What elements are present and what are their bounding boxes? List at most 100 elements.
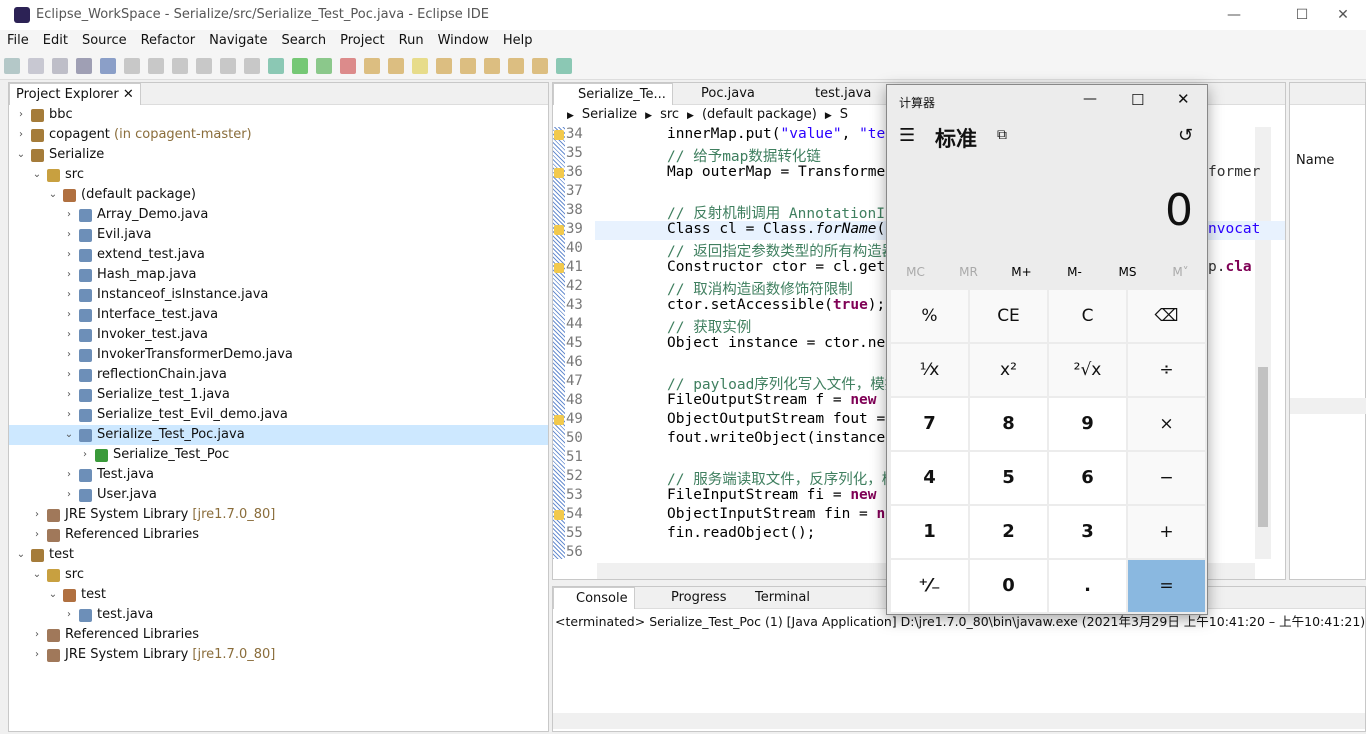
code-line-tail[interactable]: p.cla bbox=[1208, 259, 1252, 275]
calc-key[interactable]: 7 bbox=[891, 398, 968, 450]
tab-project-explorer[interactable]: Project Explorer ✕ bbox=[9, 83, 141, 105]
expand-arrow-icon[interactable]: › bbox=[15, 125, 27, 145]
calc-key[interactable]: 8 bbox=[970, 398, 1047, 450]
expand-arrow-icon[interactable]: › bbox=[63, 205, 75, 225]
toolbar-button-icon[interactable] bbox=[100, 58, 116, 74]
toolbar-button-icon[interactable] bbox=[220, 58, 236, 74]
expand-arrow-icon[interactable]: › bbox=[63, 465, 75, 485]
calc-key[interactable]: − bbox=[1128, 452, 1205, 504]
toolbar-button-icon[interactable] bbox=[244, 58, 260, 74]
menu-window[interactable]: Window bbox=[431, 30, 496, 48]
menu-refactor[interactable]: Refactor bbox=[134, 30, 203, 48]
tree-item[interactable]: › User.java bbox=[9, 485, 548, 505]
tree-item[interactable]: ⌄ test bbox=[9, 545, 548, 565]
tree-item[interactable]: › bbc bbox=[9, 105, 548, 125]
toolbar-button-icon[interactable] bbox=[148, 58, 164, 74]
calc-key[interactable]: C bbox=[1049, 290, 1126, 342]
expand-arrow-icon[interactable]: ⌄ bbox=[47, 185, 59, 205]
toolbar-button-icon[interactable] bbox=[292, 58, 308, 74]
memory-button[interactable]: M˅ bbox=[1154, 265, 1207, 279]
toolbar-button-icon[interactable] bbox=[316, 58, 332, 74]
toolbar-button-icon[interactable] bbox=[412, 58, 428, 74]
expand-arrow-icon[interactable]: › bbox=[31, 525, 43, 545]
editor-tab[interactable]: Serialize_Te... bbox=[553, 83, 673, 105]
calc-key[interactable]: ⁺⁄₋ bbox=[891, 560, 968, 612]
breadcrumb-item[interactable]: src bbox=[660, 107, 679, 122]
editor-tab[interactable]: Poc.java bbox=[677, 83, 761, 105]
code-line-tail[interactable]: nvocat bbox=[1208, 221, 1260, 237]
toolbar-button-icon[interactable] bbox=[196, 58, 212, 74]
code-line[interactable]: ObjectOutputStream fout = bbox=[667, 411, 885, 427]
calc-minimize-button[interactable]: — bbox=[1083, 91, 1097, 107]
toolbar-button-icon[interactable] bbox=[460, 58, 476, 74]
breadcrumb-item[interactable]: (default package) bbox=[702, 107, 817, 122]
expand-arrow-icon[interactable]: › bbox=[63, 485, 75, 505]
calc-close-button[interactable]: ✕ bbox=[1177, 90, 1190, 108]
tree-item[interactable]: › JRE System Library [jre1.7.0_80] bbox=[9, 505, 548, 525]
calc-key[interactable]: 4 bbox=[891, 452, 968, 504]
expand-arrow-icon[interactable]: › bbox=[63, 285, 75, 305]
code-line[interactable]: Object instance = ctor.ne bbox=[667, 335, 885, 351]
calc-key[interactable]: 5 bbox=[970, 452, 1047, 504]
hamburger-menu-icon[interactable]: ☰ bbox=[899, 125, 915, 146]
toolbar-button-icon[interactable] bbox=[28, 58, 44, 74]
tree-item[interactable]: › test.java bbox=[9, 605, 548, 625]
code-line[interactable]: // 反射机制调用 AnnotationInv bbox=[667, 202, 902, 223]
code-line[interactable]: // 取消构造函数修饰符限制 bbox=[667, 278, 853, 299]
expand-arrow-icon[interactable]: › bbox=[63, 365, 75, 385]
maximize-button[interactable]: ☐ bbox=[1279, 0, 1325, 30]
menu-source[interactable]: Source bbox=[75, 30, 134, 48]
memory-button[interactable]: MR bbox=[942, 265, 995, 279]
calc-key[interactable]: 1 bbox=[891, 506, 968, 558]
menu-edit[interactable]: Edit bbox=[36, 30, 75, 48]
tree-item[interactable]: ⌄ Serialize bbox=[9, 145, 548, 165]
calc-key[interactable]: + bbox=[1128, 506, 1205, 558]
expand-arrow-icon[interactable]: › bbox=[63, 225, 75, 245]
code-line[interactable]: ctor.setAccessible(true); bbox=[667, 297, 885, 313]
console-tab[interactable]: Progress bbox=[649, 587, 732, 609]
expand-arrow-icon[interactable]: › bbox=[31, 645, 43, 665]
calc-key[interactable]: 0 bbox=[970, 560, 1047, 612]
breadcrumb-item[interactable]: S bbox=[840, 107, 848, 122]
tree-item[interactable]: › copagent (in copagent-master) bbox=[9, 125, 548, 145]
expand-arrow-icon[interactable]: › bbox=[15, 105, 27, 125]
calc-maximize-button[interactable]: ☐ bbox=[1131, 91, 1144, 109]
code-line[interactable]: innerMap.put("value", "te bbox=[667, 126, 885, 142]
toolbar-button-icon[interactable] bbox=[124, 58, 140, 74]
code-line[interactable]: FileInputStream fi = new bbox=[667, 487, 877, 503]
toolbar-button-icon[interactable] bbox=[172, 58, 188, 74]
tree-item[interactable]: › Instanceof_isInstance.java bbox=[9, 285, 548, 305]
calc-key[interactable]: 3 bbox=[1049, 506, 1126, 558]
tree-item[interactable]: › Referenced Libraries bbox=[9, 625, 548, 645]
code-line[interactable]: // 获取实例 bbox=[667, 316, 751, 337]
code-line[interactable]: // 给予map数据转化链 bbox=[667, 145, 821, 166]
toolbar-button-icon[interactable] bbox=[436, 58, 452, 74]
expand-arrow-icon[interactable]: ⌄ bbox=[47, 585, 59, 605]
toolbar-button-icon[interactable] bbox=[364, 58, 380, 74]
editor-vertical-scrollbar[interactable] bbox=[1255, 127, 1271, 559]
memory-button[interactable]: MC bbox=[889, 265, 942, 279]
calc-key[interactable]: . bbox=[1049, 560, 1126, 612]
tree-item[interactable]: › reflectionChain.java bbox=[9, 365, 548, 385]
expand-arrow-icon[interactable]: › bbox=[31, 625, 43, 645]
expand-arrow-icon[interactable]: › bbox=[63, 245, 75, 265]
tree-item[interactable]: › Referenced Libraries bbox=[9, 525, 548, 545]
code-line[interactable]: FileOutputStream f = new bbox=[667, 392, 877, 408]
toolbar-button-icon[interactable] bbox=[4, 58, 20, 74]
toolbar-button-icon[interactable] bbox=[556, 58, 572, 74]
history-icon[interactable]: ↺ bbox=[1178, 125, 1193, 146]
close-icon[interactable]: ✕ bbox=[123, 87, 134, 102]
tree-item[interactable]: ⌄ src bbox=[9, 165, 548, 185]
tree-item[interactable]: › Array_Demo.java bbox=[9, 205, 548, 225]
expand-arrow-icon[interactable]: › bbox=[63, 405, 75, 425]
expand-arrow-icon[interactable]: › bbox=[63, 385, 75, 405]
code-line[interactable]: // payload序列化写入文件，模拟网 bbox=[667, 373, 914, 394]
toolbar-button-icon[interactable] bbox=[532, 58, 548, 74]
calc-key[interactable]: 9 bbox=[1049, 398, 1126, 450]
menu-project[interactable]: Project bbox=[333, 30, 391, 48]
memory-button[interactable]: M+ bbox=[995, 265, 1048, 279]
expand-arrow-icon[interactable]: › bbox=[63, 325, 75, 345]
expand-arrow-icon[interactable]: › bbox=[63, 605, 75, 625]
toolbar-button-icon[interactable] bbox=[508, 58, 524, 74]
code-line[interactable]: Map outerMap = Transforme bbox=[667, 164, 885, 180]
